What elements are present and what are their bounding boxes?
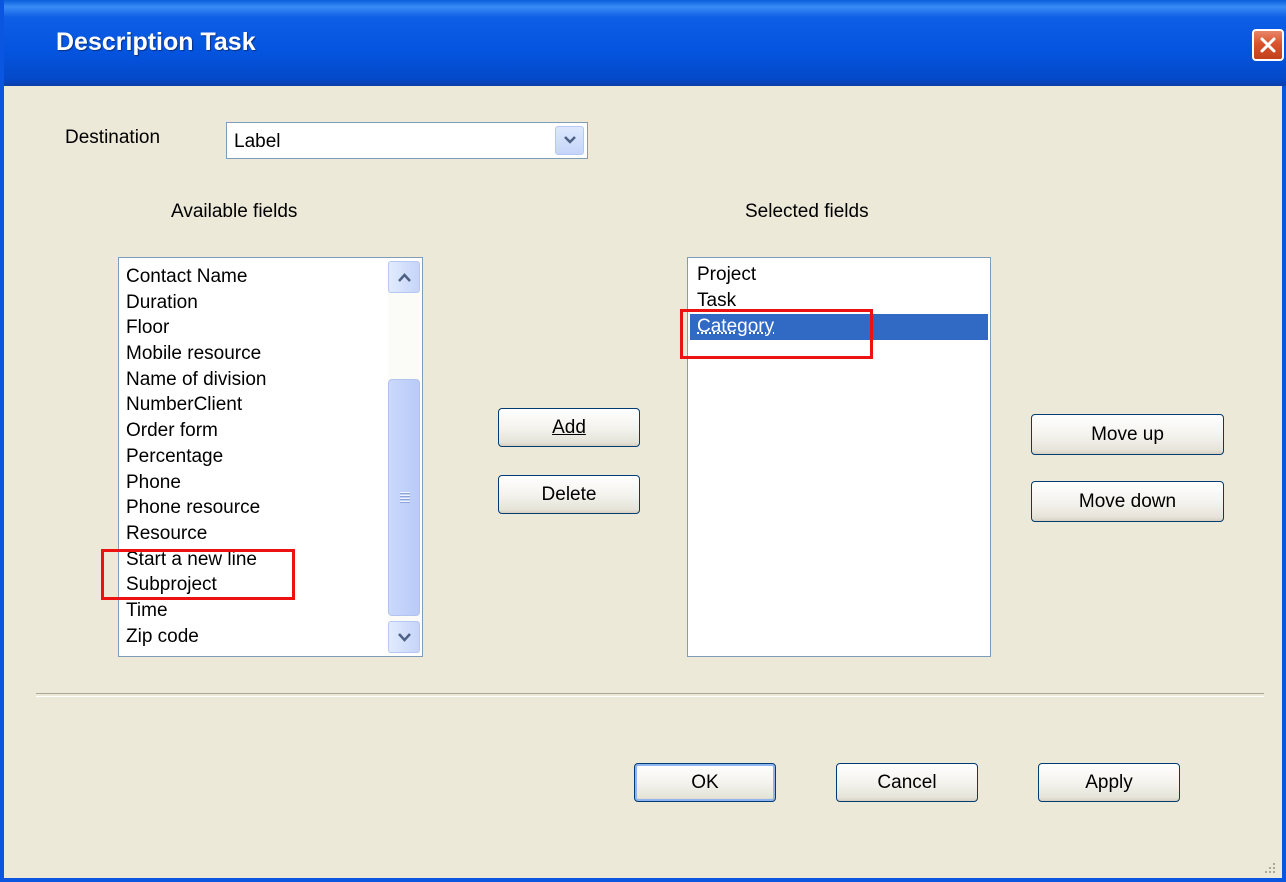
move-up-label: Move up <box>1091 424 1164 445</box>
dropdown-button[interactable] <box>555 126 584 155</box>
list-item[interactable]: Floor <box>126 315 266 341</box>
annotation-box-category <box>680 309 873 359</box>
delete-button[interactable]: Delete <box>498 475 640 514</box>
ok-button[interactable]: OK <box>634 763 776 802</box>
vertical-scrollbar[interactable] <box>388 261 420 653</box>
list-item[interactable]: Project <box>690 262 988 288</box>
available-fields-header: Available fields <box>171 201 297 223</box>
scroll-down-button[interactable] <box>388 621 420 653</box>
close-icon <box>1259 36 1277 54</box>
list-item[interactable]: Mobile resource <box>126 341 266 367</box>
add-button[interactable]: Add <box>498 408 640 447</box>
list-item[interactable]: Order form <box>126 418 266 444</box>
list-item[interactable]: NumberClient <box>126 392 266 418</box>
list-item[interactable]: Phone resource <box>126 495 266 521</box>
cancel-button[interactable]: Cancel <box>836 763 978 802</box>
list-item[interactable]: Zip code <box>126 624 266 650</box>
destination-label: Destination <box>65 127 160 149</box>
add-label: Add <box>552 417 586 438</box>
scroll-up-button[interactable] <box>388 261 420 293</box>
list-item[interactable]: Resource <box>126 521 266 547</box>
cancel-label: Cancel <box>877 772 936 793</box>
close-button[interactable] <box>1252 29 1284 61</box>
selected-fields-header: Selected fields <box>745 201 869 223</box>
destination-value: Label <box>234 131 281 153</box>
resize-grip-icon[interactable] <box>1262 860 1276 874</box>
list-item[interactable]: Percentage <box>126 444 266 470</box>
list-item[interactable]: Phone <box>126 470 266 496</box>
chevron-down-icon <box>564 136 576 145</box>
list-item[interactable]: Name of division <box>126 367 266 393</box>
chevron-down-icon <box>398 633 411 642</box>
apply-button[interactable]: Apply <box>1038 763 1180 802</box>
title-bar[interactable]: Description Task <box>4 0 1286 86</box>
chevron-up-icon <box>398 273 411 282</box>
list-item[interactable]: Duration <box>126 290 266 316</box>
list-item[interactable]: Contact Name <box>126 264 266 290</box>
annotation-box-subproject <box>101 549 295 600</box>
list-item[interactable]: Time <box>126 598 266 624</box>
window-title: Description Task <box>56 28 256 57</box>
destination-dropdown[interactable]: Label <box>226 122 588 159</box>
scroll-thumb[interactable] <box>388 379 420 616</box>
move-down-label: Move down <box>1079 491 1176 512</box>
separator <box>36 693 1264 697</box>
ok-label: OK <box>691 772 718 793</box>
delete-label: Delete <box>542 484 597 505</box>
grip-icon <box>400 492 410 502</box>
move-down-button[interactable]: Move down <box>1031 481 1224 522</box>
apply-label: Apply <box>1085 772 1133 793</box>
move-up-button[interactable]: Move up <box>1031 414 1224 455</box>
